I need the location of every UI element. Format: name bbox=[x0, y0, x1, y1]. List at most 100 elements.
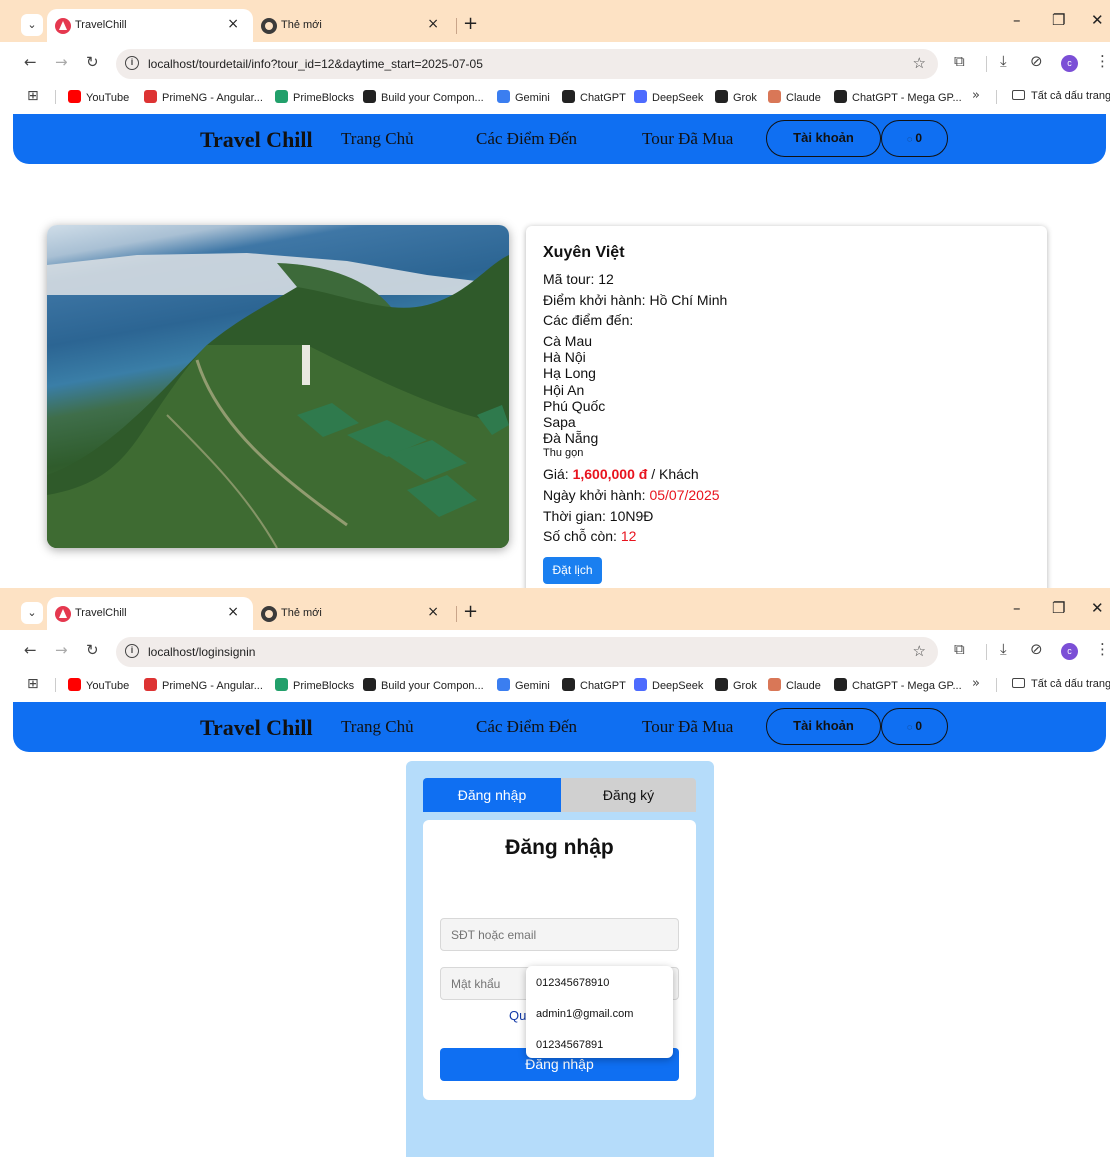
window-minimize-icon[interactable]: – bbox=[1013, 599, 1021, 617]
forgot-password-link[interactable]: Qu bbox=[509, 1008, 526, 1023]
angular-favicon-icon bbox=[55, 606, 71, 622]
chrome-favicon-icon bbox=[261, 18, 277, 34]
bookmark-item[interactable]: PrimeBlocks bbox=[275, 90, 354, 104]
username-input[interactable] bbox=[440, 918, 679, 951]
extensions-icon[interactable]: ⧉ bbox=[954, 640, 965, 658]
url-text[interactable]: localhost/tourdetail/info?tour_id=12&day… bbox=[148, 57, 483, 71]
bookmark-item[interactable]: PrimeNG - Angular... bbox=[144, 90, 263, 104]
bookmark-item[interactable]: ChatGPT - Mega GP... bbox=[834, 678, 962, 692]
nav-destinations[interactable]: Các Điểm Đến bbox=[476, 129, 577, 149]
autofill-option[interactable]: 01234567891 bbox=[526, 1031, 673, 1062]
extensions-icon[interactable]: ⧉ bbox=[954, 52, 965, 70]
bookmark-item[interactable]: PrimeNG - Angular... bbox=[144, 678, 263, 692]
bookmark-item[interactable]: Claude bbox=[768, 90, 821, 104]
bookmark-label: Grok bbox=[733, 680, 757, 692]
bookmark-item[interactable]: Claude bbox=[768, 678, 821, 692]
menu-more-icon[interactable]: ⋮ bbox=[1095, 640, 1110, 658]
window-close-icon[interactable]: ✕ bbox=[1091, 599, 1104, 617]
tab-register[interactable]: Đăng ký bbox=[561, 778, 696, 812]
bookmark-item[interactable]: Grok bbox=[715, 90, 757, 104]
brand-logo[interactable]: Travel Chill bbox=[200, 715, 313, 741]
tab-login[interactable]: Đăng nhập bbox=[423, 778, 561, 812]
bookmark-star-icon[interactable]: ☆ bbox=[913, 54, 926, 72]
address-bar[interactable]: i localhost/loginsignin ☆ bbox=[116, 637, 938, 667]
collapse-link[interactable]: Thu gọn bbox=[543, 447, 583, 459]
profile-avatar[interactable]: c bbox=[1061, 643, 1078, 660]
bookmark-item[interactable]: Build your Compon... bbox=[363, 90, 484, 104]
nav-purchased-tours[interactable]: Tour Đã Mua bbox=[642, 129, 733, 149]
more-bookmarks-icon[interactable]: » bbox=[972, 88, 980, 103]
new-tab-icon[interactable]: + bbox=[463, 601, 478, 622]
apps-grid-icon[interactable]: ⊞ bbox=[27, 88, 39, 104]
tab-close-icon[interactable]: × bbox=[427, 16, 439, 32]
tab-search-icon[interactable]: ⌄ bbox=[21, 602, 43, 624]
cart-button[interactable]: ◌ 0 bbox=[881, 120, 948, 157]
tab-close-icon[interactable]: × bbox=[227, 16, 239, 32]
account-button[interactable]: Tài khoản bbox=[766, 120, 881, 157]
bookmark-label: Build your Compon... bbox=[381, 92, 484, 104]
bookmark-star-icon[interactable]: ☆ bbox=[913, 642, 926, 660]
browser-tab-active[interactable]: TravelChill × bbox=[47, 9, 253, 42]
bookmark-item[interactable]: DeepSeek bbox=[634, 90, 703, 104]
bookmark-item[interactable]: Build your Compon... bbox=[363, 678, 484, 692]
url-text[interactable]: localhost/loginsignin bbox=[148, 645, 255, 659]
bookmark-favicon-icon bbox=[715, 678, 728, 691]
bookmark-item[interactable]: Gemini bbox=[497, 90, 550, 104]
reload-icon[interactable]: ↻ bbox=[86, 641, 99, 659]
profile-avatar[interactable]: c bbox=[1061, 55, 1078, 72]
nav-home[interactable]: Trang Chủ bbox=[341, 129, 414, 149]
address-bar[interactable]: i localhost/tourdetail/info?tour_id=12&d… bbox=[116, 49, 938, 79]
nav-home[interactable]: Trang Chủ bbox=[341, 717, 414, 737]
download-icon[interactable]: ⤓ bbox=[1000, 640, 1007, 658]
start-date-row: Ngày khởi hành: 05/07/2025 bbox=[543, 487, 720, 503]
download-icon[interactable]: ⤓ bbox=[1000, 52, 1007, 70]
window-restore-icon[interactable]: ❐ bbox=[1052, 599, 1065, 617]
bookmark-item[interactable]: ChatGPT bbox=[562, 90, 626, 104]
tab-title: TravelChill bbox=[75, 19, 127, 31]
performance-icon[interactable]: ⊘ bbox=[1030, 52, 1043, 70]
tab-title: Thẻ mới bbox=[281, 19, 322, 31]
autofill-option[interactable]: admin1@gmail.com bbox=[526, 1000, 673, 1031]
site-info-icon[interactable]: i bbox=[125, 644, 139, 658]
browser-tab-active[interactable]: TravelChill × bbox=[47, 597, 253, 630]
book-button[interactable]: Đặt lịch bbox=[543, 557, 602, 584]
performance-icon[interactable]: ⊘ bbox=[1030, 640, 1043, 658]
more-bookmarks-icon[interactable]: » bbox=[972, 676, 980, 691]
bookmark-item[interactable]: YouTube bbox=[68, 90, 129, 104]
window-minimize-icon[interactable]: – bbox=[1013, 11, 1021, 29]
reload-icon[interactable]: ↻ bbox=[86, 53, 99, 71]
new-tab-icon[interactable]: + bbox=[463, 13, 478, 34]
tab-close-icon[interactable]: × bbox=[227, 604, 239, 620]
bookmark-favicon-icon bbox=[363, 678, 376, 691]
forward-icon[interactable]: → bbox=[55, 53, 68, 71]
browser-tab-new[interactable]: Thẻ mới × bbox=[253, 597, 453, 630]
bookmark-item[interactable]: DeepSeek bbox=[634, 678, 703, 692]
destination-item: Đà Nẵng bbox=[543, 430, 599, 447]
cart-button[interactable]: ◌ 0 bbox=[881, 708, 948, 745]
all-bookmarks-folder[interactable]: Tất cả dấu trang bbox=[1012, 678, 1110, 690]
bookmark-item[interactable]: PrimeBlocks bbox=[275, 678, 354, 692]
nav-destinations[interactable]: Các Điểm Đến bbox=[476, 717, 577, 737]
bookmark-item[interactable]: Grok bbox=[715, 678, 757, 692]
window-close-icon[interactable]: ✕ bbox=[1091, 11, 1104, 29]
bookmark-label: DeepSeek bbox=[652, 680, 704, 692]
all-bookmarks-folder[interactable]: Tất cả dấu trang bbox=[1012, 90, 1110, 102]
tab-close-icon[interactable]: × bbox=[427, 604, 439, 620]
account-button[interactable]: Tài khoản bbox=[766, 708, 881, 745]
apps-grid-icon[interactable]: ⊞ bbox=[27, 676, 39, 692]
bookmark-item[interactable]: YouTube bbox=[68, 678, 129, 692]
nav-purchased-tours[interactable]: Tour Đã Mua bbox=[642, 717, 733, 737]
menu-more-icon[interactable]: ⋮ bbox=[1095, 52, 1110, 70]
back-icon[interactable]: ← bbox=[24, 53, 37, 71]
forward-icon[interactable]: → bbox=[55, 641, 68, 659]
bookmark-item[interactable]: Gemini bbox=[497, 678, 550, 692]
brand-logo[interactable]: Travel Chill bbox=[200, 127, 313, 153]
bookmark-item[interactable]: ChatGPT bbox=[562, 678, 626, 692]
bookmark-item[interactable]: ChatGPT - Mega GP... bbox=[834, 90, 962, 104]
back-icon[interactable]: ← bbox=[24, 641, 37, 659]
site-info-icon[interactable]: i bbox=[125, 56, 139, 70]
autofill-option[interactable]: 012345678910 bbox=[526, 969, 673, 1000]
browser-tab-new[interactable]: Thẻ mới × bbox=[253, 9, 453, 42]
window-restore-icon[interactable]: ❐ bbox=[1052, 11, 1065, 29]
tab-search-icon[interactable]: ⌄ bbox=[21, 14, 43, 36]
